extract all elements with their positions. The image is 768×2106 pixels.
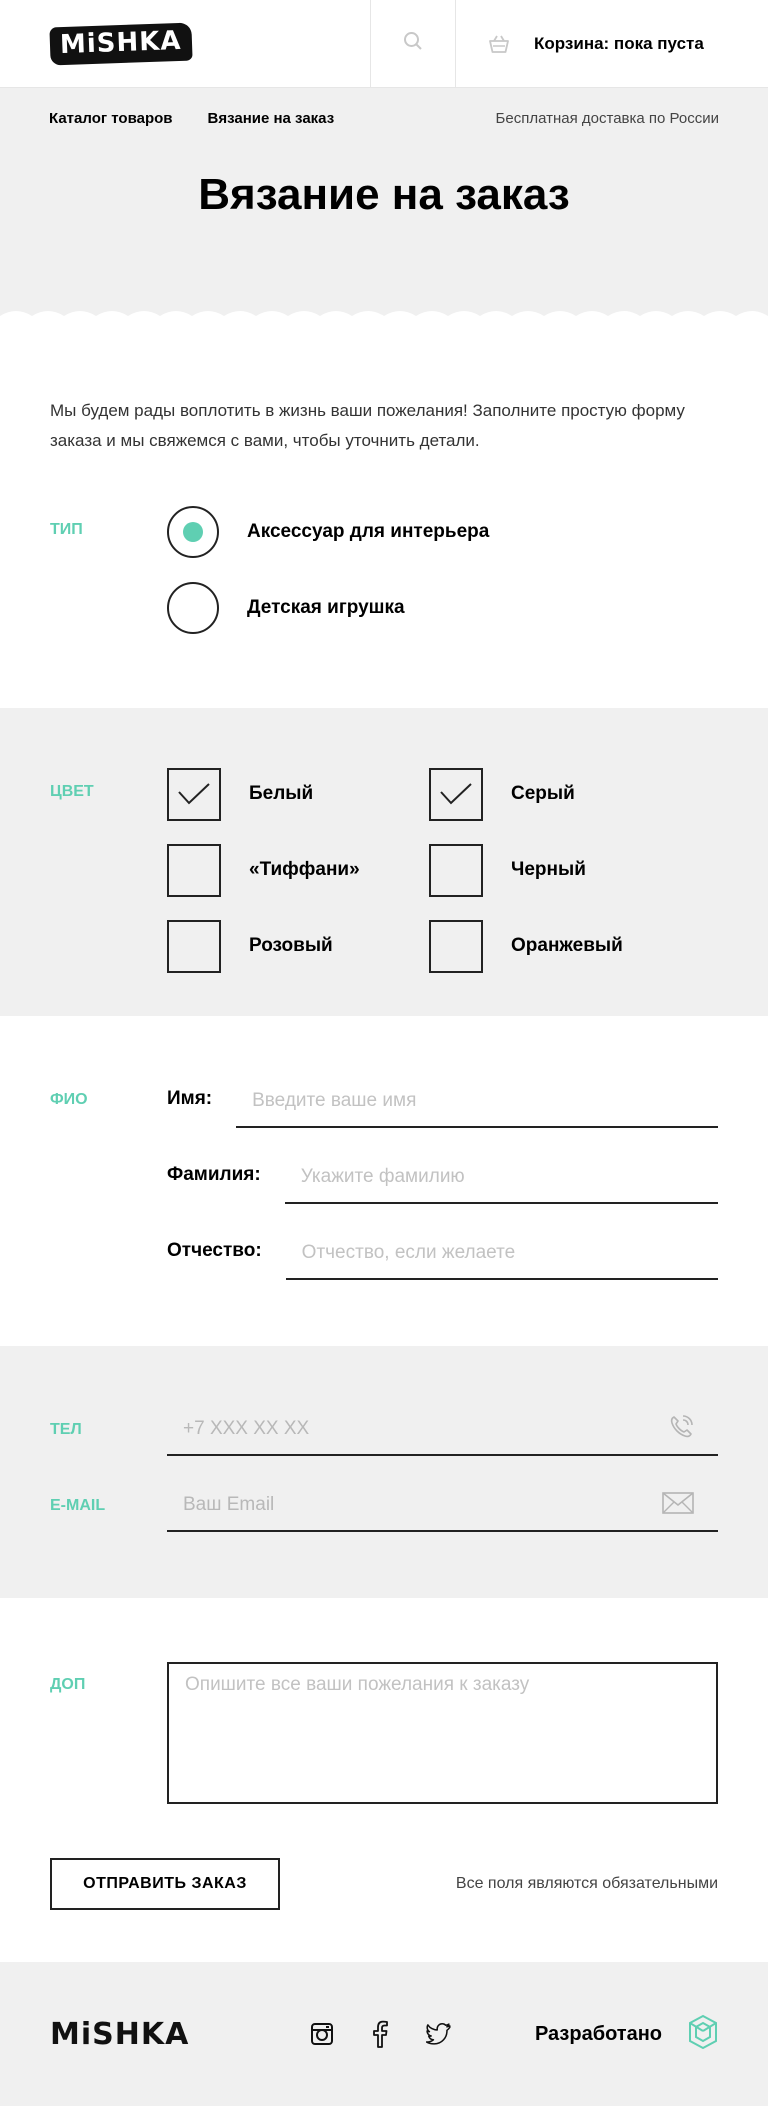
page-header-band: Каталог товаров Вязание на заказ Бесплат…: [0, 88, 768, 326]
facebook-icon[interactable]: [372, 2020, 388, 2048]
search-button[interactable]: [370, 0, 455, 87]
radio-option-interior-accessory[interactable]: Аксессуар для интерьера: [167, 506, 489, 558]
patronymic-field[interactable]: [301, 1242, 718, 1264]
radio-option-label: Аксессуар для интерьера: [247, 521, 490, 542]
email-field[interactable]: [183, 1494, 662, 1516]
phone-icon: [668, 1414, 694, 1445]
type-fieldset: ТИП Аксессуар для интерьера Детская игру…: [0, 506, 768, 708]
logo-container: MiSHKA: [0, 0, 370, 87]
fio-fieldset: ФИО Имя: Фамилия: Отчество:: [0, 1016, 768, 1346]
fio-label: ФИО: [50, 1091, 88, 1108]
email-field-wrap: [167, 1480, 718, 1532]
checkbox[interactable]: [167, 843, 221, 897]
developer-credit: Разработано: [535, 2014, 718, 2055]
checkbox[interactable]: [167, 919, 221, 973]
checkbox-label: «Тиффани»: [249, 859, 360, 880]
color-fieldset: ЦВЕТ Белый Серый «Тиффани» Черный Розовы…: [0, 708, 768, 1016]
social-links: [310, 2020, 452, 2048]
first-name-row: Имя:: [167, 1076, 718, 1128]
email-row: E-MAIL: [0, 1480, 718, 1532]
basket-icon: [488, 34, 510, 54]
checkbox-label: Белый: [249, 783, 314, 804]
radio-button[interactable]: [167, 582, 219, 634]
checkbox[interactable]: [429, 919, 483, 973]
checkbox-label: Розовый: [249, 935, 333, 956]
checkbox[interactable]: [429, 767, 483, 821]
wishes-textarea[interactable]: [185, 1674, 700, 1792]
contacts-fieldset: ТЕЛ E-MAIL: [0, 1346, 768, 1598]
envelope-icon: [662, 1491, 694, 1519]
patronymic-label: Отчество:: [167, 1240, 262, 1261]
last-name-field-wrap: [284, 1152, 718, 1204]
extra-label: ДОП: [50, 1676, 86, 1693]
type-label: ТИП: [50, 521, 83, 538]
cart-status-text: Корзина: пока пуста: [534, 33, 704, 53]
checkbox-label: Оранжевый: [511, 935, 623, 956]
intro-text: Мы будем рады воплотить в жизнь ваши пож…: [50, 401, 685, 450]
checkbox-option-tiffany[interactable]: «Тиффани»: [167, 843, 429, 897]
submit-order-button[interactable]: ОТПРАВИТЬ ЗАКАЗ: [50, 1858, 280, 1910]
checkbox-option-pink[interactable]: Розовый: [167, 919, 429, 973]
checkbox-option-white[interactable]: Белый: [167, 767, 429, 821]
main-nav: Каталог товаров Вязание на заказ Бесплат…: [0, 88, 768, 148]
patronymic-field-wrap: [285, 1228, 718, 1280]
radio-button[interactable]: [167, 506, 219, 558]
checkbox-option-black[interactable]: Черный: [429, 843, 669, 897]
checkmark-icon: [178, 783, 210, 805]
first-name-label: Имя:: [167, 1088, 213, 1109]
footer-logo[interactable]: MiSHKA: [50, 2017, 310, 2052]
first-name-field-wrap: [236, 1076, 718, 1128]
email-label: E-MAIL: [50, 1497, 106, 1514]
checkbox-label: Серый: [511, 783, 575, 804]
nav-item-catalog[interactable]: Каталог товаров: [49, 110, 173, 127]
phone-field-wrap: [167, 1404, 718, 1456]
checkbox-option-orange[interactable]: Оранжевый: [429, 919, 669, 973]
last-name-row: Фамилия:: [167, 1152, 718, 1204]
radio-selected-dot: [183, 522, 203, 542]
radio-option-kids-toy[interactable]: Детская игрушка: [167, 582, 489, 634]
wave-divider: [0, 311, 768, 326]
submit-row: ОТПРАВИТЬ ЗАКАЗ Все поля являются обязат…: [0, 1804, 768, 1962]
phone-label: ТЕЛ: [50, 1421, 82, 1438]
checkbox-label: Черный: [511, 859, 586, 880]
site-footer: MiSHKA Разработано: [0, 1962, 768, 2106]
checkmark-icon: [440, 783, 472, 805]
radio-option-label: Детская игрушка: [247, 597, 405, 618]
checkbox-option-grey[interactable]: Серый: [429, 767, 669, 821]
checkbox[interactable]: [429, 843, 483, 897]
site-logo[interactable]: MiSHKA: [49, 22, 193, 65]
required-fields-note: Все поля являются обязательными: [455, 1875, 718, 1892]
patronymic-row: Отчество:: [167, 1228, 718, 1280]
last-name-field[interactable]: [300, 1166, 718, 1188]
nav-item-custom-knitting[interactable]: Вязание на заказ: [208, 110, 335, 127]
twitter-icon[interactable]: [426, 2023, 452, 2045]
search-icon: [403, 31, 423, 56]
instagram-icon[interactable]: [310, 2022, 334, 2046]
developed-by-label: Разработано: [534, 2022, 662, 2045]
site-header: MiSHKA Корзина: пока пуста: [0, 0, 768, 88]
page-title: Вязание на заказ: [198, 170, 570, 219]
first-name-field[interactable]: [252, 1090, 718, 1112]
color-label: ЦВЕТ: [50, 783, 94, 800]
cart-button[interactable]: Корзина: пока пуста: [455, 0, 768, 87]
wishes-textarea-wrap: [167, 1662, 718, 1804]
phone-field[interactable]: [183, 1418, 668, 1440]
htmlacademy-icon[interactable]: [688, 2014, 718, 2055]
extra-fieldset: ДОП: [0, 1598, 768, 1804]
delivery-note: Бесплатная доставка по России: [495, 109, 719, 127]
phone-row: ТЕЛ: [0, 1404, 718, 1456]
checkbox[interactable]: [167, 767, 221, 821]
last-name-label: Фамилия:: [167, 1164, 261, 1185]
